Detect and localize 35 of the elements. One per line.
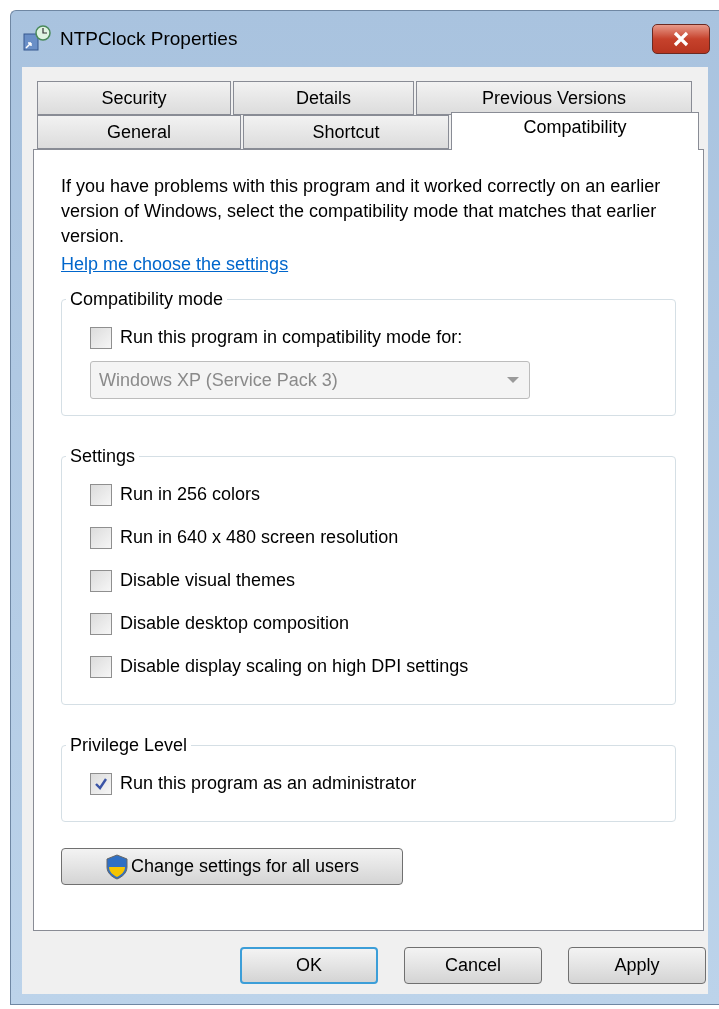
tab[interactable]: Shortcut [243, 115, 449, 149]
tab[interactable]: Previous Versions [416, 81, 692, 115]
group-title: Settings [69, 446, 137, 467]
checkbox-label: Disable display scaling on high DPI settings [120, 656, 469, 677]
checkbox[interactable] [90, 526, 112, 549]
program-shortcut-icon [22, 24, 52, 54]
intro-text: If you have problems with this program and it worked correctly on an earlier version of Windows, select the compatibility mode that matches that earlier version. [61, 175, 661, 248]
checkbox[interactable] [90, 483, 112, 506]
checkbox-label: Disable visual themes [120, 570, 296, 591]
checkbox-label: Run this program as an administrator [120, 773, 417, 794]
tab[interactable]: Compatibility [451, 112, 699, 150]
checkbox-label: Run this program in compatibility mode for: [120, 327, 463, 348]
checkbox-label: Disable desktop composition [120, 613, 350, 634]
close-button[interactable] [652, 24, 710, 54]
shield-icon [104, 853, 129, 880]
caret-icon [507, 376, 519, 384]
tab[interactable]: Details [233, 81, 414, 115]
checkbox[interactable] [90, 772, 112, 795]
checkbox[interactable] [90, 569, 112, 592]
checkbox-label: Run in 640 x 480 screen resolution [120, 527, 399, 548]
checkbox[interactable] [90, 655, 112, 678]
dialog-button[interactable]: OK [240, 947, 378, 984]
close-icon [672, 31, 690, 47]
group-title: Privilege Level [69, 735, 189, 756]
dialog-button[interactable]: Cancel [404, 947, 542, 984]
tab[interactable]: Security [37, 81, 231, 115]
dialog-button[interactable]: Apply [568, 947, 706, 984]
checkbox-label: Run in 256 colors [120, 484, 261, 505]
checkbox[interactable] [90, 326, 112, 349]
change-settings-button[interactable]: Change settings for all users [61, 848, 403, 885]
tab[interactable]: General [37, 115, 241, 149]
group-title: Compatibility mode [69, 289, 225, 310]
help-link[interactable]: Help me choose the settings [61, 249, 289, 279]
window-title: NTPClock Properties [60, 28, 238, 50]
checkbox[interactable] [90, 612, 112, 635]
